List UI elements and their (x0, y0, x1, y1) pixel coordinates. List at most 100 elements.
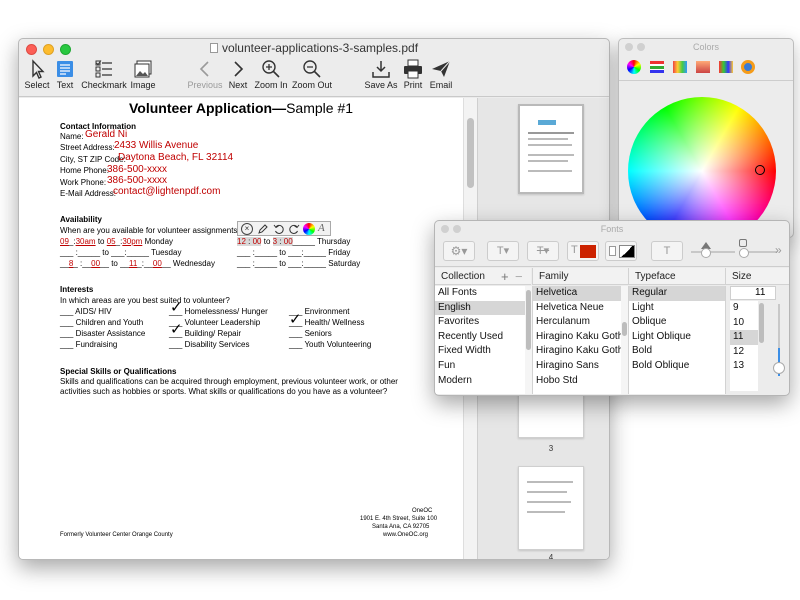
family-list[interactable]: Helvetica Helvetica Neue Herculanum Hira… (532, 286, 621, 394)
family-item[interactable]: Hiragino Kaku Goth (533, 330, 621, 345)
home-phone-field[interactable]: 386-500-xxxx (107, 164, 167, 175)
work-phone-field[interactable]: 386-500-xxxx (107, 175, 167, 186)
minimize-button[interactable] (43, 44, 54, 55)
availability-row[interactable]: __8_ :__00__ to __11_:__00__ Wednesday (60, 259, 215, 268)
colors-title[interactable]: Colors (619, 39, 793, 55)
image-tool-button[interactable]: Image (129, 57, 157, 97)
city-field[interactable]: Daytona Beach, FL 32114 (118, 152, 233, 163)
availability-row[interactable]: 12 : 00 to 3 : 00_____ Thursday (237, 237, 350, 246)
collection-list[interactable]: All Fonts English Favorites Recently Use… (435, 286, 525, 394)
typeface-item[interactable]: Bold (629, 344, 725, 359)
size-item[interactable]: 12 (730, 345, 758, 360)
family-item[interactable]: Helvetica (533, 286, 621, 301)
size-item[interactable]: 10 (730, 316, 758, 331)
previous-page-button[interactable]: Previous (187, 57, 223, 97)
fonts-title[interactable]: Fonts (435, 221, 789, 237)
delete-icon[interactable]: × (241, 223, 253, 235)
remove-collection-button[interactable]: − (515, 268, 523, 285)
family-scrollbar[interactable] (621, 286, 628, 394)
strikethrough-menu-icon[interactable]: T▾ (527, 241, 559, 261)
size-list[interactable]: 9 10 11 12 13 (730, 301, 758, 391)
select-tool-button[interactable]: Select (23, 57, 51, 97)
zoom-in-button[interactable]: Zoom In (253, 57, 289, 97)
size-input[interactable]: 11 (730, 286, 776, 300)
typeface-item[interactable]: Oblique (629, 315, 725, 330)
availability-row[interactable]: ___ :_____ to ___:_____ Saturday (237, 259, 360, 268)
save-as-button[interactable]: Save As (363, 57, 399, 97)
interest-option[interactable]: ___ AIDS/ HIV (60, 307, 112, 316)
collection-item[interactable]: Recently Used (435, 330, 525, 345)
checkmark-icon[interactable]: ✓ (170, 298, 183, 316)
zoom-button[interactable] (60, 44, 71, 55)
interest-option[interactable]: ___ Seniors (289, 329, 332, 338)
interest-option[interactable]: ___ Volunteer Leadership (169, 318, 260, 327)
shadow-opacity-slider[interactable] (691, 251, 735, 253)
typeface-item[interactable]: Light Oblique (629, 330, 725, 345)
checkmark-icon[interactable]: ✓ (289, 310, 302, 328)
collection-item[interactable]: All Fonts (435, 286, 525, 301)
email-button[interactable]: Email (427, 57, 455, 97)
typeface-item[interactable]: Light (629, 301, 725, 316)
color-wheel[interactable] (628, 97, 776, 237)
image-palette-tab-icon[interactable] (696, 61, 710, 73)
color-wheel-tab-icon[interactable] (627, 60, 641, 74)
family-item[interactable]: Hiragino Kaku Goth (533, 344, 621, 359)
rotate-left-icon[interactable] (273, 223, 285, 235)
typeface-item[interactable]: Bold Oblique (629, 359, 725, 374)
scroll-thumb[interactable] (467, 118, 474, 188)
typeface-list[interactable]: Regular Light Oblique Light Oblique Bold… (628, 286, 725, 394)
family-item[interactable]: Herculanum (533, 315, 621, 330)
collection-item[interactable]: Favorites (435, 315, 525, 330)
checkmark-icon[interactable]: ✓ (170, 320, 183, 338)
family-item[interactable]: Hobo Std (533, 374, 621, 389)
close-button[interactable] (441, 225, 449, 233)
gear-icon[interactable]: ⚙▾ (443, 241, 475, 261)
extension-tab-icon[interactable] (741, 60, 755, 74)
interest-option[interactable]: ___ Disaster Assistance (60, 329, 145, 338)
thumbnail-page[interactable] (518, 104, 584, 194)
size-slider-knob[interactable] (773, 362, 785, 374)
checkmark-tool-button[interactable]: Checkmark (79, 57, 129, 97)
color-picker-icon[interactable] (303, 223, 315, 235)
collection-item[interactable]: Modern (435, 374, 525, 389)
text-shadow-icon[interactable]: T (651, 241, 683, 261)
typeface-item[interactable]: Regular (629, 286, 725, 301)
size-scroll-thumb[interactable] (759, 303, 764, 343)
minimize-button[interactable] (453, 225, 461, 233)
text-color-button[interactable]: T (567, 241, 599, 261)
size-item[interactable]: 9 (730, 301, 758, 316)
add-collection-button[interactable]: + (501, 268, 509, 285)
color-cursor[interactable] (755, 165, 765, 175)
family-item[interactable]: Helvetica Neue (533, 301, 621, 316)
underline-menu-icon[interactable]: T▾ (487, 241, 519, 261)
interest-option[interactable]: ___ Youth Volunteering (289, 340, 371, 349)
title-bar[interactable]: volunteer-applications-3-samples.pdf (19, 39, 609, 57)
collection-item[interactable]: Fun (435, 359, 525, 374)
document-color-button[interactable] (605, 241, 637, 261)
street-field[interactable]: 2433 Willis Avenue (114, 140, 198, 151)
interest-option[interactable]: ___ Fundraising (60, 340, 117, 349)
palettes-tab-icon[interactable] (673, 61, 687, 73)
size-item[interactable]: 11 (730, 330, 758, 345)
print-button[interactable]: Print (399, 57, 427, 97)
text-tool-button[interactable]: Text (51, 57, 79, 97)
availability-row[interactable]: ___ :_____ to ___:_____ Friday (237, 248, 350, 257)
chevron-right-icon[interactable]: » (775, 243, 782, 257)
pencil-icon[interactable] (257, 223, 269, 235)
next-page-button[interactable]: Next (225, 57, 251, 97)
thumbnail-page[interactable] (518, 466, 584, 550)
collection-item[interactable]: English (435, 300, 525, 316)
scroll-thumb[interactable] (622, 322, 627, 336)
collection-item[interactable]: Fixed Width (435, 344, 525, 359)
pencils-tab-icon[interactable] (719, 61, 733, 73)
interest-option[interactable]: ___ Children and Youth (60, 318, 143, 327)
availability-row[interactable]: ___ :_____ to ___:_____ Tuesday (60, 248, 181, 257)
name-field[interactable]: Gerald Ni (85, 129, 127, 140)
document-page[interactable]: Volunteer Application—Sample #1 Contact … (19, 98, 463, 559)
size-item[interactable]: 13 (730, 359, 758, 374)
zoom-out-button[interactable]: Zoom Out (291, 57, 333, 97)
font-icon[interactable]: A (318, 222, 330, 235)
availability-row[interactable]: 09_:30am to 05_:30pm Monday (60, 237, 173, 246)
email-field[interactable]: contact@lightenpdf.com (113, 186, 220, 197)
rotate-right-icon[interactable] (288, 223, 300, 235)
